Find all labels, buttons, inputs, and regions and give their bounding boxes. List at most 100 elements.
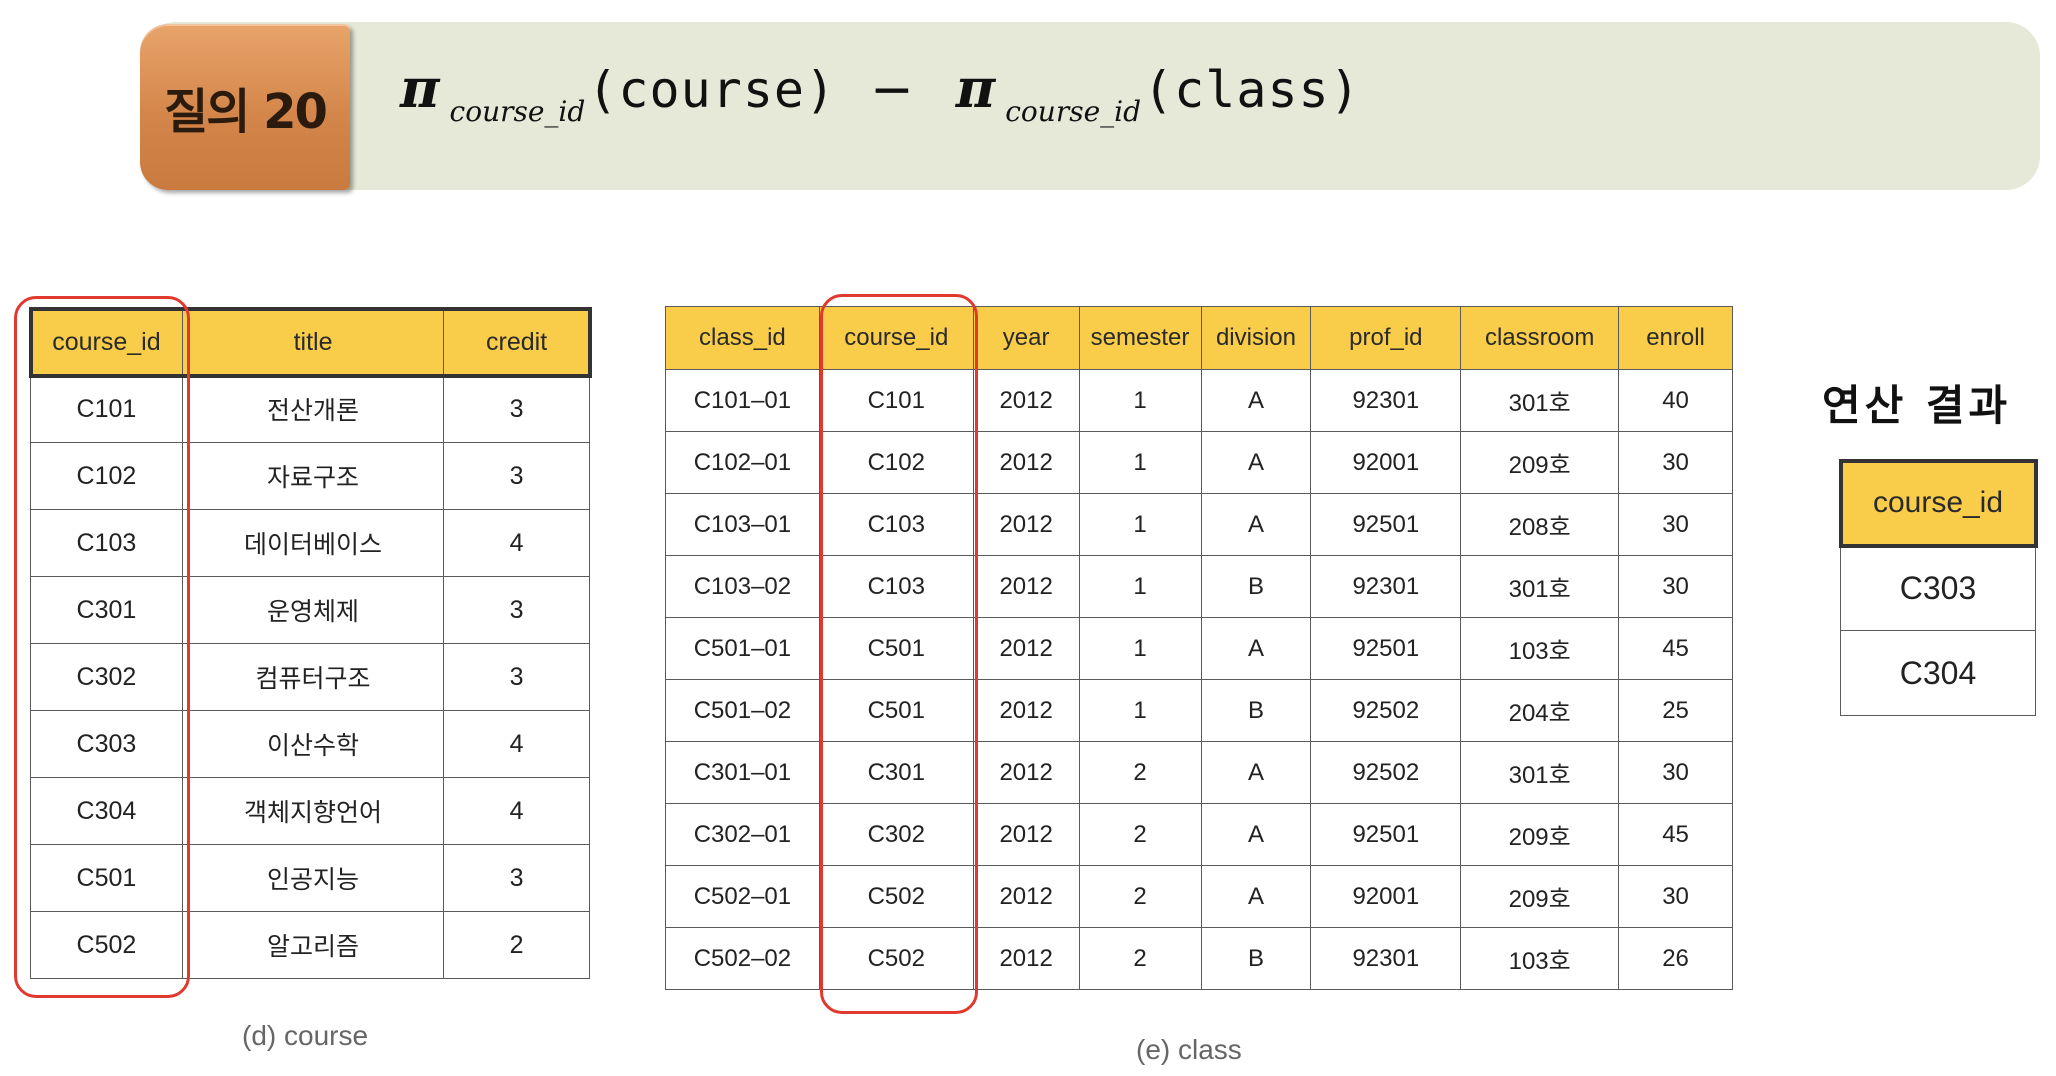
result-header-course-id: course_id bbox=[1840, 460, 2036, 546]
class-cell-enroll: 40 bbox=[1618, 369, 1733, 432]
course-table-row: C304 객체지향언어 4 bbox=[30, 777, 590, 845]
class-cell-year: 2012 bbox=[972, 555, 1080, 618]
class-cell-classroom: 209호 bbox=[1460, 431, 1620, 494]
course-cell-credit: 3 bbox=[443, 844, 590, 912]
class-cell-course-id: C301 bbox=[818, 741, 974, 804]
projection-symbol-2: π bbox=[955, 56, 996, 120]
class-cell-enroll: 30 bbox=[1618, 493, 1733, 556]
class-cell-class-id: C101–01 bbox=[665, 369, 820, 432]
class-cell-year: 2012 bbox=[972, 927, 1080, 990]
class-cell-division: A bbox=[1200, 865, 1312, 928]
course-cell-credit: 3 bbox=[443, 643, 590, 711]
class-cell-prof-id: 92502 bbox=[1310, 679, 1462, 742]
class-cell-year: 2012 bbox=[972, 803, 1080, 866]
projection-symbol-1: π bbox=[400, 56, 440, 120]
class-cell-division: A bbox=[1200, 431, 1312, 494]
class-header-year: year bbox=[972, 306, 1080, 370]
course-cell-credit: 3 bbox=[443, 375, 590, 443]
class-header-prof-id: prof_id bbox=[1310, 306, 1462, 370]
class-header-row: class_id course_id year semester division pro… bbox=[665, 306, 1733, 370]
result-table-row: C304 bbox=[1840, 630, 2036, 716]
result-table-row: C303 bbox=[1840, 545, 2036, 631]
class-cell-class-id: C302–01 bbox=[665, 803, 820, 866]
course-cell-course-id: C501 bbox=[30, 844, 183, 912]
course-header-title: title bbox=[181, 308, 445, 376]
course-cell-title: 객체지향언어 bbox=[181, 777, 445, 845]
class-cell-classroom: 204호 bbox=[1460, 679, 1620, 742]
class-cell-enroll: 26 bbox=[1618, 927, 1733, 990]
class-table-row: C501–02 C501 2012 1 B 92502 204호 25 bbox=[665, 679, 1733, 742]
course-table: course_id title credit C101 전산개론 3 C102 자료구조 3 C… bbox=[28, 306, 592, 979]
class-cell-division: A bbox=[1200, 741, 1312, 804]
class-cell-division: A bbox=[1200, 493, 1312, 556]
class-cell-class-id: C103–02 bbox=[665, 555, 820, 618]
class-cell-division: A bbox=[1200, 803, 1312, 866]
class-table: class_id course_id year semester division pro… bbox=[665, 306, 1733, 990]
class-cell-course-id: C302 bbox=[818, 803, 974, 866]
class-cell-class-id: C103–01 bbox=[665, 493, 820, 556]
class-cell-year: 2012 bbox=[972, 865, 1080, 928]
class-cell-classroom: 103호 bbox=[1460, 927, 1620, 990]
course-cell-course-id: C302 bbox=[30, 643, 183, 711]
left-relation: (course) bbox=[587, 61, 837, 119]
course-cell-course-id: C502 bbox=[30, 911, 183, 979]
class-caption: (e) class bbox=[1136, 1034, 1242, 1065]
class-cell-prof-id: 92501 bbox=[1310, 617, 1462, 680]
right-relation: (class) bbox=[1143, 61, 1361, 119]
projection-attr-1: course_id bbox=[449, 95, 586, 128]
class-cell-course-id: C102 bbox=[818, 431, 974, 494]
course-cell-title: 데이터베이스 bbox=[181, 509, 445, 577]
course-cell-credit: 2 bbox=[443, 911, 590, 979]
course-cell-course-id: C101 bbox=[30, 375, 183, 443]
class-cell-division: A bbox=[1200, 617, 1312, 680]
class-cell-prof-id: 92501 bbox=[1310, 803, 1462, 866]
class-header-classroom: classroom bbox=[1460, 306, 1620, 370]
course-table-row: C103 데이터베이스 4 bbox=[30, 509, 590, 577]
course-cell-title: 자료구조 bbox=[181, 442, 445, 510]
class-cell-classroom: 209호 bbox=[1460, 865, 1620, 928]
class-cell-semester: 2 bbox=[1078, 927, 1202, 990]
course-cell-course-id: C103 bbox=[30, 509, 183, 577]
relational-algebra-formula: π course_id (course) − π course_id (clas… bbox=[400, 56, 1361, 156]
course-cell-credit: 3 bbox=[443, 576, 590, 644]
course-table-row: C301 운영체제 3 bbox=[30, 576, 590, 644]
class-header-semester: semester bbox=[1078, 306, 1202, 370]
class-cell-course-id: C502 bbox=[818, 927, 974, 990]
course-table-row: C302 컴퓨터구조 3 bbox=[30, 643, 590, 711]
class-cell-enroll: 25 bbox=[1618, 679, 1733, 742]
class-cell-course-id: C501 bbox=[818, 679, 974, 742]
class-cell-division: B bbox=[1200, 679, 1312, 742]
class-cell-class-id: C102–01 bbox=[665, 431, 820, 494]
class-cell-classroom: 301호 bbox=[1460, 555, 1620, 618]
class-cell-semester: 1 bbox=[1078, 679, 1202, 742]
class-cell-semester: 2 bbox=[1078, 803, 1202, 866]
course-caption: (d) course bbox=[242, 1020, 369, 1051]
class-cell-division: B bbox=[1200, 927, 1312, 990]
class-cell-year: 2012 bbox=[972, 369, 1080, 432]
course-cell-credit: 4 bbox=[443, 710, 590, 778]
class-cell-enroll: 45 bbox=[1618, 803, 1733, 866]
course-cell-title: 인공지능 bbox=[181, 844, 445, 912]
result-header-row: course_id bbox=[1838, 458, 2038, 548]
class-cell-prof-id: 92001 bbox=[1310, 865, 1462, 928]
class-cell-course-id: C502 bbox=[818, 865, 974, 928]
class-cell-course-id: C101 bbox=[818, 369, 974, 432]
class-cell-year: 2012 bbox=[972, 493, 1080, 556]
class-cell-enroll: 30 bbox=[1618, 431, 1733, 494]
course-table-row: C502 알고리즘 2 bbox=[30, 911, 590, 979]
class-cell-enroll: 30 bbox=[1618, 555, 1733, 618]
class-cell-prof-id: 92501 bbox=[1310, 493, 1462, 556]
class-cell-enroll: 45 bbox=[1618, 617, 1733, 680]
class-cell-year: 2012 bbox=[972, 679, 1080, 742]
class-cell-prof-id: 92301 bbox=[1310, 369, 1462, 432]
class-cell-classroom: 103호 bbox=[1460, 617, 1620, 680]
class-cell-prof-id: 92301 bbox=[1310, 927, 1462, 990]
class-cell-prof-id: 92301 bbox=[1310, 555, 1462, 618]
minus-operator: − bbox=[870, 60, 914, 120]
course-cell-course-id: C301 bbox=[30, 576, 183, 644]
class-cell-class-id: C501–02 bbox=[665, 679, 820, 742]
class-cell-semester: 1 bbox=[1078, 431, 1202, 494]
class-cell-class-id: C502–01 bbox=[665, 865, 820, 928]
course-cell-credit: 3 bbox=[443, 442, 590, 510]
result-table: course_id C303 C304 bbox=[1838, 458, 2038, 716]
